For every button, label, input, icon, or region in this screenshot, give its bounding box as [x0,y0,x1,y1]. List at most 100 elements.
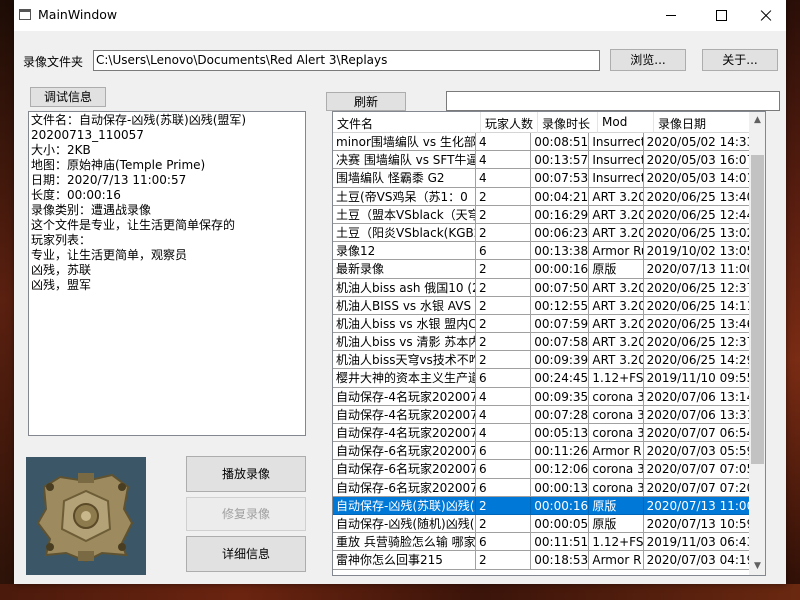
table-cell: 4 [476,169,532,188]
replay-table[interactable]: 文件名 玩家人数 录像时长 Mod 录像日期 minor围墙编队 vs 生化部队 4 00:… [332,111,766,576]
info-line: 日期：2020/7/13 11:00:57 [31,173,187,187]
table-cell: 00:00:13 [531,478,590,497]
table-cell: 6 [476,533,532,552]
browse-button[interactable]: 浏览... [610,49,686,71]
table-cell: 2020/06/25 13:40: [643,187,750,206]
column-header[interactable]: Mod [598,112,654,133]
refresh-button[interactable]: 刷新 [326,92,406,111]
table-row[interactable]: 自动保存-4名玩家2020070 4 00:09:35 corona 3 2020/07… [333,387,750,406]
table-cell: 2020/06/25 13:46: [643,314,750,334]
column-header[interactable]: 录像日期 [654,112,764,133]
table-cell: 00:00:16 [531,496,590,515]
table-row[interactable]: 土豆(帝VS鸡呆（苏1：0 2 00:04:21 ART 3.20 2020/06/25… [333,187,750,206]
table-row[interactable]: 土豆（盟本VSblack（天穹 2 00:16:29 ART 3.20 2020/06/… [333,205,750,224]
info-line: 录像类别：遭遇战录像 [31,203,152,217]
table-row[interactable]: 机油人biss天穹vs技术不咋 2 00:09:39 ART 3.20 2020/06/… [333,351,750,370]
table-cell: Insurrection [589,169,644,188]
table-row[interactable]: 围墙编队 怪霸黍 G2400:07:53Insurrection2020/05/… [333,169,750,188]
info-line: 长度：00:00:16 [31,188,121,202]
scroll-up-icon[interactable]: ▲ [749,112,765,129]
table-row[interactable]: 录像12600:13:38Armor Rush2019/10/02 13:05: [333,242,750,261]
table-row[interactable]: 雷神你怎么回事215 2 00:18:53 Armor R 2020/07/03 04:… [333,551,750,570]
table-cell: 2020/05/03 16:07: [643,151,750,170]
repair-replay-button[interactable]: 修复录像 [186,497,306,531]
table-cell: ART 3.20 [589,296,644,315]
table-cell: 2019/10/02 13:05: [643,242,750,261]
column-header[interactable]: 文件名 [333,112,481,133]
table-cell: 2020/07/07 07:05: [643,460,750,479]
maximize-button[interactable] [698,0,744,31]
details-button[interactable]: 详细信息 [186,536,306,572]
table-cell: 2020/07/13 11:00: [643,496,750,515]
table-row[interactable]: 重放 兵营骑脸怎么输 哪家 6 00:11:51 1.12+FS 2019/11/03 … [333,533,750,552]
table-cell: Insurrection [589,133,644,152]
table-cell: 自动保存-4名玩家2020070 [333,424,477,443]
table-row[interactable]: 自动保存-6名玩家2020070 6 00:11:26 Armor R 2020/07/… [333,442,750,461]
table-cell: 6 [476,478,532,497]
table-row[interactable]: minor围墙编队 vs 生化部队400:08:51Insurrection20… [333,133,750,152]
table-cell: 2 [476,205,532,224]
table-cell: 2019/11/03 06:43: [643,533,750,552]
replay-info-panel[interactable]: 文件名：自动保存-凶残(苏联)凶残(盟军) 20200713_110057 大小：2… [28,111,306,436]
table-cell: 自动保存-6名玩家2020070 [333,478,477,497]
table-cell: 自动保存-4名玩家2020070 [333,387,477,406]
title-bar[interactable]: MainWindow [14,0,786,31]
table-row[interactable]: 机油人biss vs 水银 盟内CF 2 00:07:59 ART 3.20 2020/… [333,314,750,334]
table-row[interactable]: 决赛 围墙编队 vs SFT牛逼400:13:57Insurrection202… [333,151,750,170]
table-cell: corona 3 [589,387,644,406]
folder-path-field[interactable]: C:\Users\Lenovo\Documents\Red Alert 3\Re… [93,50,600,71]
table-cell: 00:11:51 [531,533,590,552]
table-row[interactable]: 自动保存-4名玩家2020070 4 00:05:13 corona 3 2020/07… [333,424,750,443]
table-cell: 2020/07/13 11:00: [643,260,750,279]
about-button[interactable]: 关于... [702,49,778,71]
table-row[interactable]: 机油人biss vs 清影 苏本内 2 00:07:58 ART 3.20 2020/0… [333,333,750,352]
table-cell: 2 [476,223,532,243]
map-preview [26,457,146,575]
table-cell: ART 3.20 [589,351,644,370]
table-row[interactable]: 自动保存-6名玩家2020070 6 00:00:13 corona 3 2020/07… [333,478,750,497]
table-cell: 2020/05/02 14:33: [643,133,750,152]
table-cell: Insurrection [589,151,644,170]
table-cell: 2 [476,496,532,515]
scroll-down-icon[interactable]: ▼ [749,558,765,575]
scroll-thumb[interactable] [751,155,764,464]
table-row[interactable]: 自动保存-4名玩家2020070 4 00:07:28 corona 3 2020/07… [333,405,750,424]
table-cell: 4 [476,151,532,170]
vertical-scrollbar[interactable]: ▲ ▼ [749,112,765,575]
table-cell: 00:07:28 [531,405,590,424]
table-cell: 机油人biss vs 水银 盟内CF [333,314,477,334]
table-cell: ART 3.20 [589,333,644,352]
table-cell: Armor R [589,551,644,570]
info-line: 玩家列表： [31,233,92,247]
table-cell: 00:16:29 [531,205,590,224]
play-replay-button[interactable]: 播放录像 [186,456,306,492]
table-cell: 原版 [589,496,644,515]
table-cell: 00:12:55 [531,296,590,315]
close-button[interactable] [742,0,788,31]
table-row[interactable]: 机油人BISS vs 水银 AVS IF 2 00:12:55 ART 3.20 202… [333,296,750,315]
filter-input[interactable] [446,91,780,111]
table-cell: 00:11:26 [531,442,590,461]
table-row[interactable]: 自动保存-6名玩家2020070 6 00:12:06 corona 3 2020/07… [333,460,750,479]
main-window: MainWindow 录像文件夹 C:\Users\Lenovo\Documen… [14,0,786,584]
table-row[interactable]: 自动保存-凶残(随机)凶残(随 2 00:00:05 原版 2020/07/13 10:… [333,514,750,534]
table-cell: 2020/06/25 12:37: [643,278,750,297]
table-cell: 自动保存-凶残(随机)凶残(随 [333,514,477,534]
table-cell: 4 [476,387,532,406]
table-row[interactable]: 樱井大神的资本主义生产道 6 00:24:45 1.12+FS 2019/11/10 0… [333,369,750,388]
window-icon [19,9,31,20]
table-row[interactable]: 自动保存-凶残(苏联)凶残(盟 2 00:00:16 原版 2020/07/13 11:… [333,496,750,515]
column-header[interactable]: 录像时长 [538,112,598,133]
window-title: MainWindow [38,7,118,22]
column-header[interactable]: 玩家人数 [481,112,538,133]
table-cell: 6 [476,460,532,479]
debug-info-button[interactable]: 调试信息 [30,87,106,107]
table-cell: 2020/07/07 06:54: [643,424,750,443]
table-row[interactable]: 机油人biss ash 俄国10 (2) 2 00:07:50 ART 3.20 202… [333,278,750,297]
table-row[interactable]: 最新录像 2 00:00:16 原版 2020/07/13 11:00: [333,260,750,279]
table-row[interactable]: 土豆（阳炎VSblack(KGB2 2 00:06:23 ART 3.20 2020/0… [333,223,750,243]
table-body: minor围墙编队 vs 生化部队400:08:51Insurrection20… [333,133,750,570]
table-cell: Armor R [589,442,644,461]
minimize-button[interactable] [648,0,694,31]
table-cell: 2 [476,187,532,206]
